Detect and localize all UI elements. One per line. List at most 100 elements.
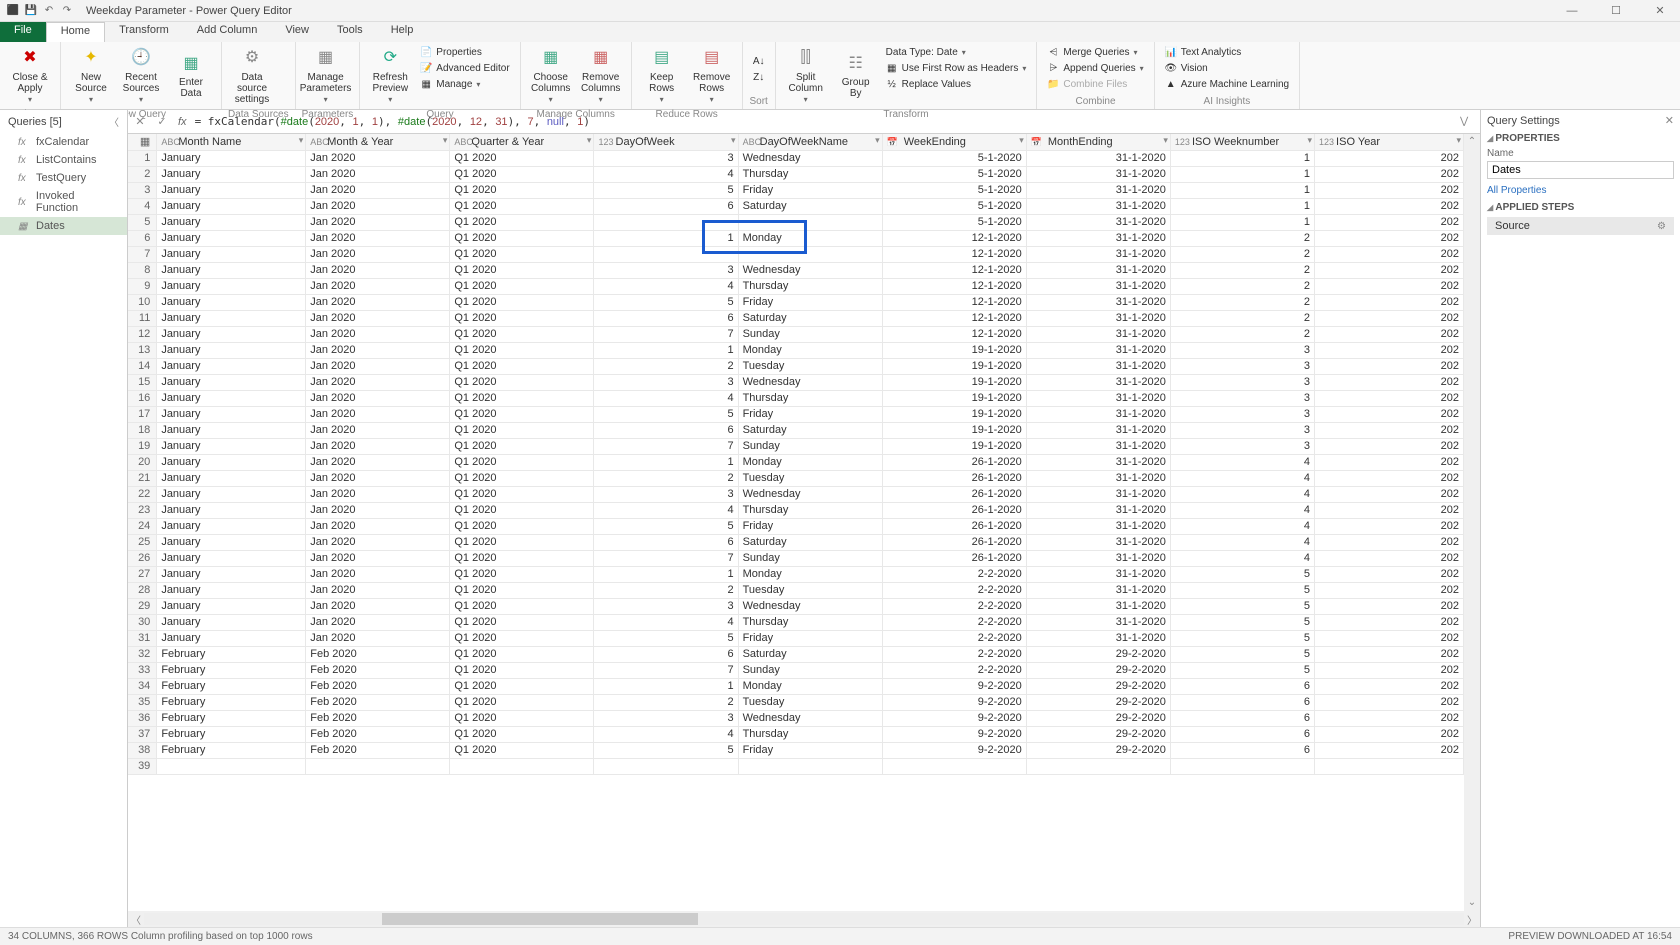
cell[interactable]: Q1 2020 (450, 662, 594, 678)
cell[interactable]: 5 (1170, 566, 1314, 582)
cell[interactable]: 6 (1170, 726, 1314, 742)
cell[interactable]: 5 (1170, 630, 1314, 646)
cell[interactable]: 2 (1170, 262, 1314, 278)
cell[interactable]: 5 (1170, 662, 1314, 678)
step-source[interactable]: Source ⚙ (1487, 217, 1674, 235)
minimize-button[interactable]: — (1558, 4, 1586, 18)
cell[interactable]: February (157, 646, 306, 662)
cell[interactable]: January (157, 166, 306, 182)
cell[interactable]: 202 (1315, 598, 1464, 614)
undo-icon[interactable]: ↶ (42, 4, 56, 18)
column-filter-icon[interactable]: ▾ (1456, 135, 1461, 146)
cell[interactable]: 3 (1170, 342, 1314, 358)
table-row[interactable]: 23JanuaryJan 2020Q1 20204Thursday26-1-20… (128, 502, 1464, 518)
recent-sources-button[interactable]: 🕘Recent Sources (117, 44, 165, 107)
row-number[interactable]: 38 (128, 742, 157, 758)
table-row[interactable]: 11JanuaryJan 2020Q1 20206Saturday12-1-20… (128, 310, 1464, 326)
redo-icon[interactable]: ↷ (60, 4, 74, 18)
cell[interactable]: Monday (738, 230, 882, 246)
cell[interactable]: 19-1-2020 (882, 438, 1026, 454)
cell[interactable]: Jan 2020 (306, 454, 450, 470)
cell[interactable]: 4 (1170, 486, 1314, 502)
cell[interactable]: 1 (1170, 166, 1314, 182)
cell[interactable]: Q1 2020 (450, 198, 594, 214)
close-settings-icon[interactable]: ✕ (1665, 114, 1674, 127)
cell[interactable]: Wednesday (738, 710, 882, 726)
cell[interactable]: Jan 2020 (306, 278, 450, 294)
table-row[interactable]: 33FebruaryFeb 2020Q1 20207Sunday2-2-2020… (128, 662, 1464, 678)
row-number[interactable]: 36 (128, 710, 157, 726)
cell[interactable]: Q1 2020 (450, 614, 594, 630)
cell[interactable]: 202 (1315, 326, 1464, 342)
row-number[interactable]: 25 (128, 534, 157, 550)
cell[interactable]: 2 (1170, 294, 1314, 310)
cell[interactable]: 2-2-2020 (882, 598, 1026, 614)
cell[interactable]: 2-2-2020 (882, 646, 1026, 662)
cell[interactable]: 1 (594, 454, 738, 470)
cell[interactable]: 5 (594, 518, 738, 534)
cell[interactable]: 5 (1170, 598, 1314, 614)
cell[interactable]: 202 (1315, 566, 1464, 582)
cell[interactable]: January (157, 454, 306, 470)
cell[interactable]: 4 (1170, 454, 1314, 470)
table-row[interactable]: 1JanuaryJan 2020Q1 20203Wednesday5-1-202… (128, 150, 1464, 166)
table-corner[interactable]: ▦ (128, 134, 157, 150)
cell[interactable]: 3 (1170, 422, 1314, 438)
cell[interactable]: Sunday (738, 326, 882, 342)
row-number[interactable]: 34 (128, 678, 157, 694)
cell[interactable]: Sunday (738, 550, 882, 566)
query-name-input[interactable] (1487, 161, 1674, 179)
cell[interactable]: Friday (738, 406, 882, 422)
table-row[interactable]: 38FebruaryFeb 2020Q1 20205Friday9-2-2020… (128, 742, 1464, 758)
cell[interactable]: 19-1-2020 (882, 390, 1026, 406)
column-header[interactable]: 📅 MonthEnding▾ (1026, 134, 1170, 150)
cell[interactable]: February (157, 726, 306, 742)
cell[interactable]: 1 (1170, 182, 1314, 198)
row-number[interactable]: 35 (128, 694, 157, 710)
cell[interactable]: 2 (1170, 230, 1314, 246)
cell[interactable]: 9-2-2020 (882, 694, 1026, 710)
cell[interactable]: Friday (738, 294, 882, 310)
cell[interactable]: Friday (738, 742, 882, 758)
cell[interactable]: 5 (1170, 646, 1314, 662)
cell[interactable]: 202 (1315, 454, 1464, 470)
table-row[interactable]: 36FebruaryFeb 2020Q1 20203Wednesday9-2-2… (128, 710, 1464, 726)
column-filter-icon[interactable]: ▾ (1019, 135, 1024, 146)
cell[interactable]: 202 (1315, 694, 1464, 710)
row-number[interactable]: 24 (128, 518, 157, 534)
cell[interactable]: Saturday (738, 198, 882, 214)
cell[interactable]: 3 (1170, 358, 1314, 374)
merge-queries-button[interactable]: ⩤Merge Queries (1043, 44, 1147, 60)
cell[interactable]: Jan 2020 (306, 198, 450, 214)
cell[interactable]: Wednesday (738, 486, 882, 502)
sort-desc-button[interactable]: Z↓ (749, 69, 769, 85)
cell[interactable]: January (157, 198, 306, 214)
vision-button[interactable]: 👁Vision (1161, 60, 1293, 76)
row-number[interactable]: 30 (128, 614, 157, 630)
cell[interactable]: Q1 2020 (450, 230, 594, 246)
table-row[interactable]: 9JanuaryJan 2020Q1 20204Thursday12-1-202… (128, 278, 1464, 294)
cell[interactable]: Jan 2020 (306, 166, 450, 182)
cell[interactable]: 7 (594, 662, 738, 678)
cell[interactable]: January (157, 614, 306, 630)
cell[interactable]: Q1 2020 (450, 582, 594, 598)
cell[interactable]: Jan 2020 (306, 502, 450, 518)
cell[interactable]: 26-1-2020 (882, 486, 1026, 502)
properties-button[interactable]: 📄Properties (416, 44, 513, 60)
cell[interactable]: 9-2-2020 (882, 726, 1026, 742)
tab-file[interactable]: File (0, 22, 46, 42)
cell[interactable]: Tuesday (738, 582, 882, 598)
cell[interactable]: 31-1-2020 (1026, 566, 1170, 582)
scroll-down-icon[interactable]: ⌄ (1464, 895, 1480, 911)
cell[interactable]: January (157, 502, 306, 518)
cell[interactable]: 19-1-2020 (882, 374, 1026, 390)
data-grid[interactable]: ▦ABC Month Name▾ABC Month & Year▾ABC Qua… (128, 134, 1480, 911)
cell[interactable]: January (157, 246, 306, 262)
cell[interactable]: 6 (594, 534, 738, 550)
collapse-queries-icon[interactable]: 〈 (109, 114, 119, 129)
cell[interactable]: Q1 2020 (450, 710, 594, 726)
cell[interactable]: Q1 2020 (450, 294, 594, 310)
cell[interactable]: January (157, 406, 306, 422)
vertical-scrollbar[interactable]: ⌃ ⌄ (1464, 134, 1480, 911)
cell[interactable] (1170, 758, 1314, 774)
